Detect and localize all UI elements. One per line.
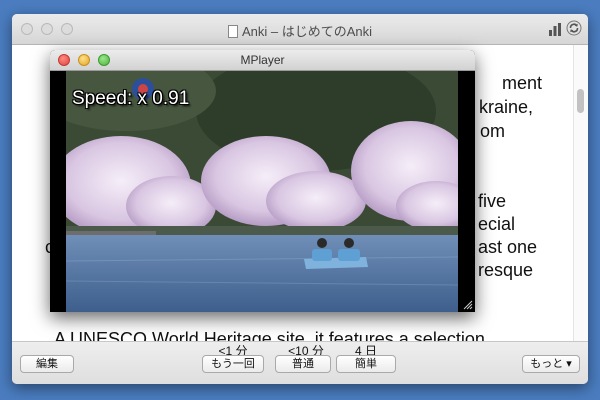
card-text-line: kraine, xyxy=(479,97,534,117)
card-text-line: A UNESCO World Heritage site, it feature… xyxy=(54,329,485,341)
speed-osd: Speed: x 0.91 xyxy=(72,88,190,109)
mplayer-window[interactable]: MPlayer Speed: x 0.91 xyxy=(50,50,475,312)
card-text-line: ment xyxy=(502,73,543,93)
more-button[interactable]: もっと ▾ xyxy=(522,355,580,373)
review-bottom-bar: 編集 <1 分 もう一回 <10 分 普通 4 日 簡単 もっと ▾ xyxy=(12,341,588,384)
card-text-line: five xyxy=(478,191,507,211)
card-text-line: ast one xyxy=(478,237,538,257)
sync-icon[interactable] xyxy=(566,20,582,36)
easy-button[interactable]: 簡単 xyxy=(336,355,396,373)
mplayer-title: MPlayer xyxy=(240,53,285,67)
edit-button[interactable]: 編集 xyxy=(20,355,74,373)
scrollbar[interactable] xyxy=(573,45,588,341)
resize-grip-icon[interactable] xyxy=(463,300,473,310)
card-text-line: resque xyxy=(478,260,534,280)
document-icon xyxy=(227,25,238,38)
good-button[interactable]: 普通 xyxy=(275,355,331,373)
stats-icon[interactable] xyxy=(548,22,562,36)
anki-titlebar: Anki – はじめてのAnki xyxy=(12,14,588,45)
scroll-thumb[interactable] xyxy=(577,89,584,113)
again-button[interactable]: もう一回 xyxy=(202,355,264,373)
window-title: Anki – はじめてのAnki xyxy=(12,21,588,40)
card-text-line: ecial xyxy=(478,214,516,234)
card-text-line: om xyxy=(480,121,506,141)
mplayer-titlebar[interactable]: MPlayer xyxy=(50,50,475,71)
